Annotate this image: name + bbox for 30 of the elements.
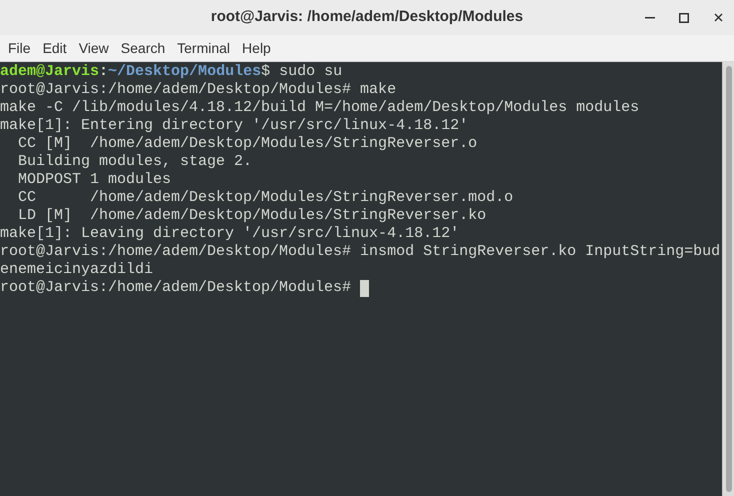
prompt-user: adem@Jarvis — [0, 63, 100, 81]
output-line: enemeicinyazdildi — [0, 261, 154, 279]
prompt-symbol: $ — [261, 63, 270, 81]
output-line: root@Jarvis:/home/adem/Desktop/Modules# insmod StringReverser.ko InputString=bud — [0, 243, 720, 261]
minimize-icon — [645, 16, 655, 18]
output-line: CC [M] /home/adem/Desktop/Modules/StringReverser.o — [17, 135, 478, 153]
menu-item[interactable]: Help — [236, 38, 277, 58]
scrollbar-thumb[interactable] — [726, 66, 732, 492]
window-title: root@Jarvis: /home/adem/Desktop/Modules — [210, 7, 524, 28]
prompt-line: root@Jarvis:/home/adem/Desktop/Modules# — [0, 279, 352, 297]
prompt-separator: : — [99, 63, 108, 81]
text-cursor — [360, 280, 370, 296]
close-icon — [714, 13, 722, 22]
prompt-path: ~/Desktop/Modules — [108, 63, 262, 81]
output-line: LD [M] /home/adem/Desktop/Modules/StringReverser.ko — [17, 207, 486, 225]
output-line: make[1]: Leaving directory '/usr/src/linux-4.18.12' — [0, 225, 460, 243]
scrollbar[interactable] — [722, 62, 734, 496]
output-line: MODPOST 1 modules — [17, 171, 172, 189]
maximize-icon — [679, 12, 689, 22]
output-line: make[1]: Entering directory '/usr/src/linux-4.18.12' — [0, 117, 468, 135]
menu-item[interactable]: Edit — [36, 38, 73, 58]
menu-item[interactable]: File — [2, 38, 37, 58]
output-line: CC /home/adem/Desktop/Modules/StringReverser.mod.o — [17, 189, 514, 207]
menu-item[interactable]: Search — [114, 38, 172, 58]
menu-item[interactable]: View — [72, 38, 115, 58]
output-line: root@Jarvis:/home/adem/Desktop/Modules# make — [0, 81, 396, 99]
menu-item[interactable]: Terminal — [171, 38, 236, 58]
command-text: sudo su — [279, 63, 342, 81]
output-line: Building modules, stage 2. — [17, 153, 252, 171]
output-line: make -C /lib/modules/4.18.12/build M=/home/adem/Desktop/Modules modules — [0, 99, 640, 117]
